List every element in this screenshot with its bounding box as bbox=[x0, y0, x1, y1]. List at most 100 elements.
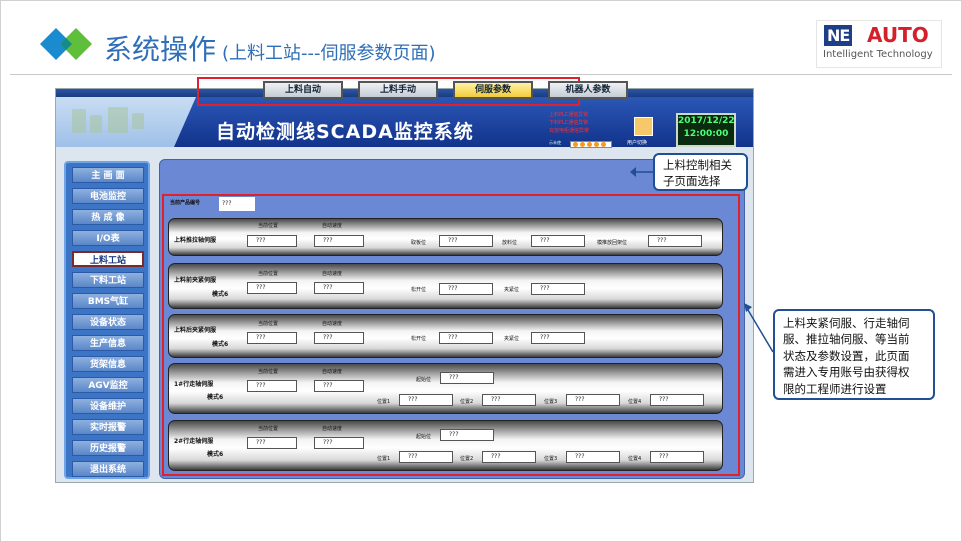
nav-item-exit[interactable]: 退出系统 bbox=[72, 461, 144, 477]
param-field[interactable]: ??? bbox=[531, 332, 585, 344]
nav-item-io[interactable]: I/O表 bbox=[72, 230, 144, 246]
origin-field[interactable]: ??? bbox=[440, 372, 494, 384]
param-field[interactable]: ??? bbox=[439, 332, 493, 344]
nav-item-maintenance[interactable]: 设备维护 bbox=[72, 398, 144, 414]
nav-item-battery[interactable]: 电池监控 bbox=[72, 188, 144, 204]
current-position-label: 当前位置 bbox=[258, 321, 279, 327]
position-label: 位置3 bbox=[544, 399, 558, 405]
alarm-indicator-leds bbox=[570, 141, 612, 148]
param-field[interactable]: ??? bbox=[531, 283, 585, 295]
brand-ne: NE bbox=[824, 25, 853, 46]
tab-servo-params[interactable]: 伺服参数 bbox=[453, 81, 533, 99]
nav-item-unloading-station[interactable]: 下料工站 bbox=[72, 272, 144, 288]
callout-line: 限的工程师进行设置 bbox=[783, 381, 887, 396]
current-position-label: 当前位置 bbox=[258, 369, 279, 375]
tab-robot-params[interactable]: 机器人参数 bbox=[548, 81, 628, 99]
nav-item-shelf[interactable]: 货架信息 bbox=[72, 356, 144, 372]
nav-item-alarm-history[interactable]: 历史报警 bbox=[72, 440, 144, 456]
callout-line: 上料夹紧伺服、行走轴伺 bbox=[783, 316, 910, 330]
alarm-item: 充放电柜通信异常 bbox=[549, 128, 590, 134]
auto-speed-field[interactable]: ??? bbox=[314, 332, 364, 344]
clock-time: 12:00:00 bbox=[683, 129, 729, 139]
auto-speed-label: 自动速度 bbox=[322, 223, 343, 229]
alarm-item: 上料PLC通信异常 bbox=[549, 112, 589, 118]
left-nav: 主 画 面 电池监控 热 成 像 I/O表 上料工站 下料工站 BMS气缸 设备… bbox=[64, 161, 150, 479]
product-id-label: 当前产品编号 bbox=[170, 200, 201, 206]
clock-date: 2017/12/22 bbox=[678, 116, 735, 126]
nav-item-main[interactable]: 主 画 面 bbox=[72, 167, 144, 183]
clock-display: 2017/12/22 12:00:00 bbox=[676, 113, 736, 147]
position-field[interactable]: ??? bbox=[399, 394, 453, 406]
nav-item-realtime-alarm[interactable]: 实时报警 bbox=[72, 419, 144, 435]
position-field[interactable]: ??? bbox=[650, 394, 704, 406]
auto-speed-field[interactable]: ??? bbox=[314, 380, 364, 392]
param-label: 取板位 bbox=[411, 240, 427, 246]
panel-mode: 模式6 bbox=[212, 341, 229, 348]
tab-loading-manual[interactable]: 上料手动 bbox=[358, 81, 438, 99]
position-field[interactable]: ??? bbox=[566, 451, 620, 463]
scada-title: 自动检测线SCADA监控系统 bbox=[216, 121, 474, 143]
current-position-field[interactable]: ??? bbox=[247, 282, 297, 294]
position-field[interactable]: ??? bbox=[399, 451, 453, 463]
panel-title: 上料后夹紧伺服 bbox=[174, 327, 217, 334]
position-label: 位置4 bbox=[628, 399, 642, 405]
nav-item-bms-cylinder[interactable]: BMS气缸 bbox=[72, 293, 144, 309]
position-field[interactable]: ??? bbox=[650, 451, 704, 463]
position-label: 位置1 bbox=[377, 399, 391, 405]
position-field[interactable]: ??? bbox=[482, 394, 536, 406]
alarm-list: 上料PLC通信异常 下料PLC通信异常 充放电柜通信异常 bbox=[549, 111, 589, 135]
blurred-logo bbox=[90, 115, 102, 133]
position-label: 位置2 bbox=[460, 456, 474, 462]
panel-mode: 模式6 bbox=[207, 394, 224, 401]
origin-label: 起始位 bbox=[416, 377, 432, 383]
diamond-logo-icon bbox=[40, 28, 92, 60]
auto-speed-label: 自动速度 bbox=[322, 271, 343, 277]
nav-item-thermal[interactable]: 热 成 像 bbox=[72, 209, 144, 225]
panel-mode: 模式6 bbox=[207, 451, 224, 458]
current-position-field[interactable]: ??? bbox=[247, 235, 297, 247]
current-position-label: 当前位置 bbox=[258, 223, 279, 229]
param-label: 松开位 bbox=[411, 336, 427, 342]
product-id-value: ??? bbox=[219, 197, 255, 211]
current-position-field[interactable]: ??? bbox=[247, 437, 297, 449]
panel-title: 1#行走轴伺服 bbox=[174, 381, 214, 388]
brand-auto: AUTO bbox=[867, 23, 929, 47]
auto-speed-field[interactable]: ??? bbox=[314, 282, 364, 294]
panel-title: 上料推拉轴伺服 bbox=[174, 237, 217, 244]
current-position-label: 当前位置 bbox=[258, 426, 279, 432]
position-field[interactable]: ??? bbox=[482, 451, 536, 463]
current-position-field[interactable]: ??? bbox=[247, 380, 297, 392]
auto-speed-label: 自动速度 bbox=[322, 321, 343, 327]
auto-speed-label: 自动速度 bbox=[322, 426, 343, 432]
user-switch-label: 用户切换 bbox=[627, 140, 648, 146]
tab-loading-auto[interactable]: 上料自动 bbox=[263, 81, 343, 99]
auto-speed-field[interactable]: ??? bbox=[314, 235, 364, 247]
position-label: 位置4 bbox=[628, 456, 642, 462]
param-field[interactable]: ??? bbox=[439, 283, 493, 295]
nav-item-device-status[interactable]: 设备状态 bbox=[72, 314, 144, 330]
nav-item-loading-station[interactable]: 上料工站 bbox=[72, 251, 144, 267]
header-divider bbox=[10, 74, 952, 75]
auto-speed-label: 自动速度 bbox=[322, 369, 343, 375]
origin-field[interactable]: ??? bbox=[440, 429, 494, 441]
param-label: 模推放回架位 bbox=[597, 240, 628, 246]
param-field[interactable]: ??? bbox=[648, 235, 702, 247]
alarm-status-label: 示未使 bbox=[549, 140, 561, 145]
callout-line: 服、推拉轴伺服、等当前 bbox=[783, 332, 910, 347]
param-field[interactable]: ??? bbox=[531, 235, 585, 247]
brand-logo: NE AUTO Intelligent Technology bbox=[816, 20, 942, 68]
nav-item-production[interactable]: 生产信息 bbox=[72, 335, 144, 351]
blurred-logo bbox=[72, 109, 86, 133]
brand-tagline: Intelligent Technology bbox=[823, 49, 933, 60]
param-field[interactable]: ??? bbox=[439, 235, 493, 247]
current-position-field[interactable]: ??? bbox=[247, 332, 297, 344]
auto-speed-field[interactable]: ??? bbox=[314, 437, 364, 449]
position-field[interactable]: ??? bbox=[566, 394, 620, 406]
position-label: 位置3 bbox=[544, 456, 558, 462]
nav-item-agv[interactable]: AGV监控 bbox=[72, 377, 144, 393]
slide-subtitle: (上料工站---伺服参数页面) bbox=[222, 43, 436, 64]
user-switch-button[interactable] bbox=[634, 117, 653, 136]
param-label: 夹紧位 bbox=[504, 287, 520, 293]
blurred-logo bbox=[108, 107, 128, 133]
slide-title: 系统操作 (上料工站---伺服参数页面) bbox=[104, 33, 436, 66]
